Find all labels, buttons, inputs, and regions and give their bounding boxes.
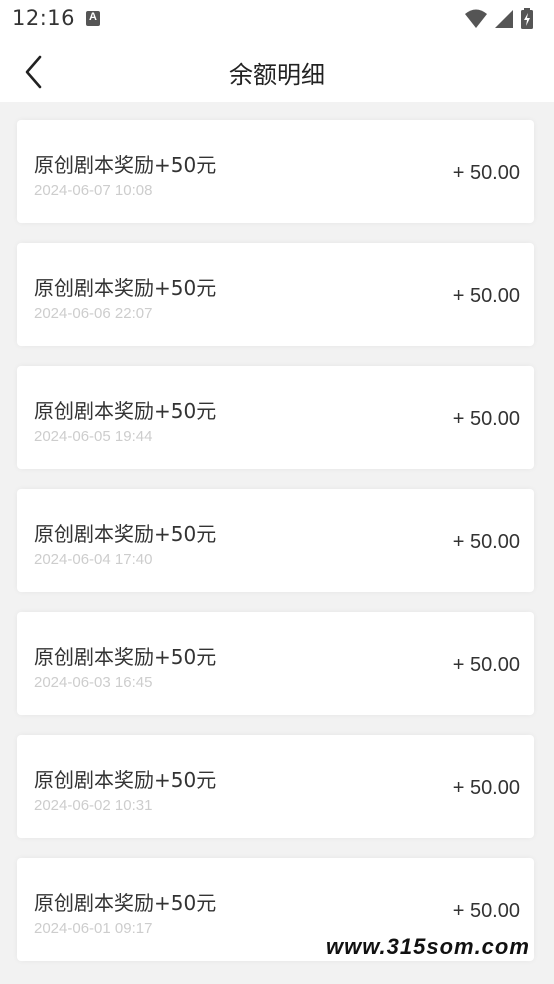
transaction-card[interactable]: 原创剧本奖励+50元 2024-06-03 16:45 + 50.00 (17, 612, 534, 715)
status-icons (464, 8, 544, 30)
transaction-amount: + 50.00 (452, 654, 520, 676)
transaction-time: 2024-06-07 10:08 (34, 182, 153, 199)
transaction-title: 原创剧本奖励+50元 (34, 276, 217, 300)
transaction-title: 原创剧本奖励+50元 (34, 891, 217, 915)
transaction-title: 原创剧本奖励+50元 (34, 153, 217, 177)
transaction-time: 2024-06-05 19:44 (34, 428, 153, 445)
battery-icon (521, 8, 533, 29)
transaction-amount: + 50.00 (452, 285, 520, 307)
transaction-card[interactable]: 原创剧本奖励+50元 2024-06-06 22:07 + 50.00 (17, 243, 534, 346)
transaction-amount: + 50.00 (452, 531, 520, 553)
signal-icon (495, 10, 513, 28)
transaction-title: 原创剧本奖励+50元 (34, 645, 217, 669)
transaction-title: 原创剧本奖励+50元 (34, 522, 217, 546)
transaction-list: 原创剧本奖励+50元 2024-06-07 10:08 + 50.00 原创剧本… (17, 120, 537, 981)
status-time: 12:16 (12, 6, 76, 30)
transaction-title: 原创剧本奖励+50元 (34, 768, 217, 792)
transaction-time: 2024-06-04 17:40 (34, 551, 153, 568)
watermark: www.315som.com (326, 934, 530, 959)
transaction-time: 2024-06-02 10:31 (34, 797, 153, 814)
transaction-card[interactable]: 原创剧本奖励+50元 2024-06-04 17:40 + 50.00 (17, 489, 534, 592)
transaction-time: 2024-06-06 22:07 (34, 305, 153, 322)
transaction-card[interactable]: 原创剧本奖励+50元 2024-06-05 19:44 + 50.00 (17, 366, 534, 469)
transaction-amount: + 50.00 (452, 408, 520, 430)
nav-bar: 余额明细 (0, 38, 554, 102)
a-icon (86, 11, 100, 26)
transaction-amount: + 50.00 (452, 162, 520, 184)
transaction-amount: + 50.00 (452, 777, 520, 799)
transaction-card[interactable]: 原创剧本奖励+50元 2024-06-07 10:08 + 50.00 (17, 120, 534, 223)
transaction-card[interactable]: 原创剧本奖励+50元 2024-06-02 10:31 + 50.00 (17, 735, 534, 838)
status-bar: 12:16 (0, 0, 554, 38)
wifi-icon (465, 9, 487, 28)
transaction-title: 原创剧本奖励+50元 (34, 399, 217, 423)
transaction-time: 2024-06-03 16:45 (34, 674, 153, 691)
transaction-amount: + 50.00 (452, 900, 520, 922)
transaction-time: 2024-06-01 09:17 (34, 920, 153, 937)
page-title: 余额明细 (229, 61, 325, 89)
